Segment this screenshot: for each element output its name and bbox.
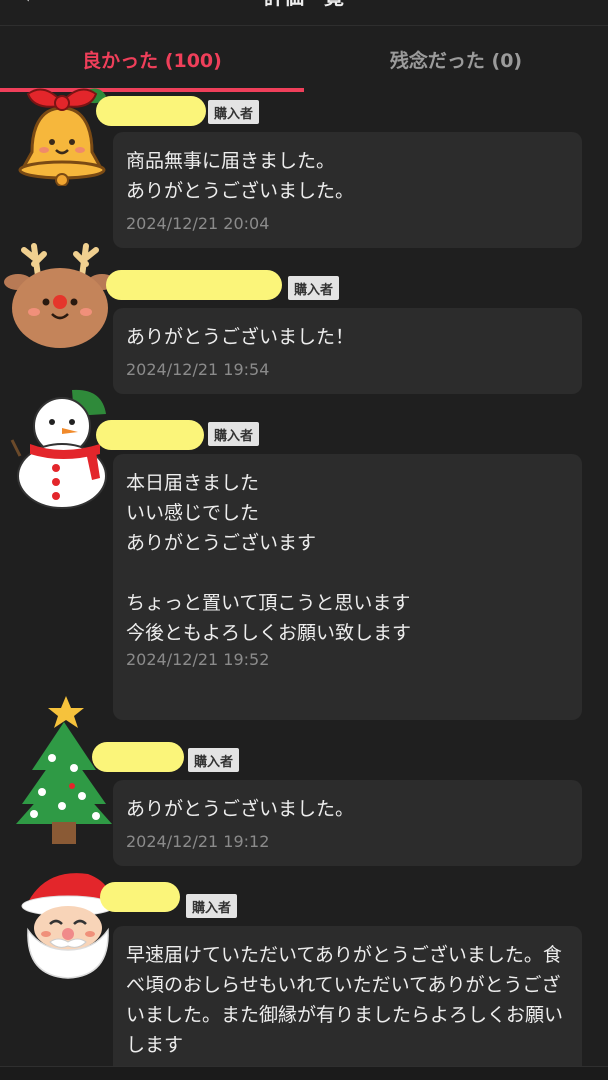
review-date: 2024/12/21 19:12 bbox=[126, 832, 270, 851]
review-text: ありがとうございました！ bbox=[126, 326, 355, 348]
review-bubble: 商品無事に届きました。 ありがとうございました。 2024/12/21 20:0… bbox=[113, 132, 582, 248]
santa-icon bbox=[21, 873, 115, 979]
review-item: 購入者 早速届けていただいてありがとうございました。食べ頃のおしらせもいれていた… bbox=[0, 866, 608, 1080]
review-item: 購入者 ありがとうございました。 2024/12/21 19:12 bbox=[0, 694, 608, 874]
user-name-masked[interactable] bbox=[106, 270, 282, 300]
review-bubble: ありがとうございました！ 2024/12/21 19:54 bbox=[113, 308, 582, 394]
review-bubble: 早速届けていただいてありがとうございました。食べ頃のおしらせもいれていただいてあ… bbox=[113, 926, 582, 1080]
reindeer-icon bbox=[4, 243, 116, 348]
review-text: ありがとうございました。 bbox=[126, 798, 355, 820]
review-bubble: 本日届きました いい感じでした ありがとうございます ちょっと置いて頂こうと思い… bbox=[113, 454, 582, 720]
review-item: 購入者 ありがとうございました！ 2024/12/21 19:54 bbox=[0, 236, 608, 396]
review-list-page: ‹ 評価一覧 良かった (100) 残念だった (0) 購入者 商品無事に届きま… bbox=[0, 0, 608, 1080]
user-name-masked[interactable] bbox=[92, 742, 184, 772]
christmas-tree-icon bbox=[16, 696, 112, 844]
user-name-masked[interactable] bbox=[100, 882, 180, 912]
header: ‹ 評価一覧 bbox=[0, 0, 608, 26]
page-title: 評価一覧 bbox=[0, 0, 608, 8]
review-text: 商品無事に届きました。 ありがとうございました。 bbox=[126, 150, 355, 202]
user-name-masked[interactable] bbox=[96, 96, 206, 126]
buyer-badge: 購入者 bbox=[208, 100, 260, 124]
buyer-badge: 購入者 bbox=[188, 748, 240, 772]
buyer-badge: 購入者 bbox=[208, 422, 260, 446]
review-date: 2024/12/21 19:54 bbox=[126, 360, 270, 379]
review-text: 早速届けていただいてありがとうございました。食べ頃のおしらせもいれていただいてあ… bbox=[126, 944, 564, 1056]
review-date: 2024/12/21 20:04 bbox=[126, 214, 270, 233]
review-item: 購入者 商品無事に届きました。 ありがとうございました。 2024/12/21 … bbox=[0, 72, 608, 252]
review-item: 購入者 本日届きました いい感じでした ありがとうございます ちょっと置いて頂こ… bbox=[0, 384, 608, 724]
snowman-icon bbox=[10, 389, 107, 509]
user-name-masked[interactable] bbox=[96, 420, 204, 450]
review-text: 本日届きました いい感じでした ありがとうございます ちょっと置いて頂こうと思い… bbox=[126, 472, 412, 644]
review-date: 2024/12/21 19:52 bbox=[126, 650, 270, 669]
bottom-bar bbox=[0, 1066, 608, 1080]
bell-icon bbox=[18, 88, 106, 186]
review-bubble: ありがとうございました。 2024/12/21 19:12 bbox=[113, 780, 582, 866]
buyer-badge: 購入者 bbox=[186, 894, 238, 918]
buyer-badge: 購入者 bbox=[288, 276, 340, 300]
